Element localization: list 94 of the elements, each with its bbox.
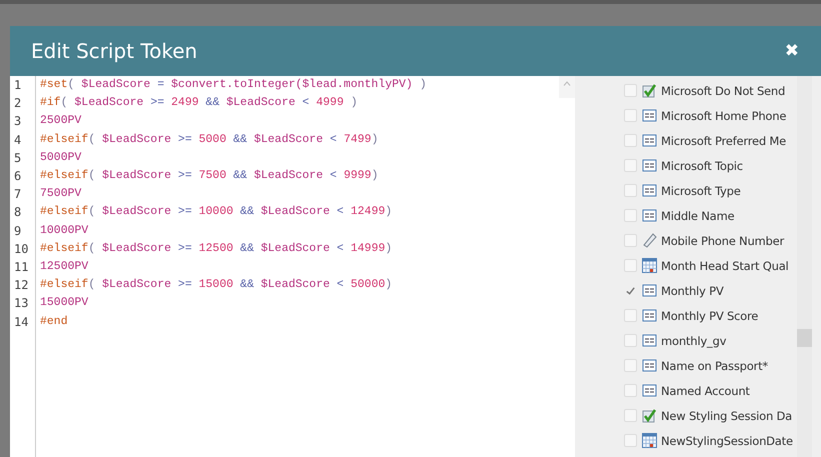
field-label: Monthly PV	[661, 284, 724, 298]
checkbox[interactable]	[624, 409, 637, 422]
line-number: 2	[13, 95, 22, 112]
code-line: #elseif( $LeadScore >= 5000 && $LeadScore < 7499)	[40, 132, 380, 148]
text-field-icon	[642, 358, 657, 373]
field-label: monthly_gv	[661, 334, 726, 348]
code-line: #elseif( $LeadScore >= 10000 && $LeadScore < 12499)	[40, 204, 394, 220]
field-label: Named Account	[661, 384, 750, 398]
code-line: #elseif( $LeadScore >= 12500 && $LeadScore < 14999)	[40, 240, 394, 257]
checkbox[interactable]	[624, 259, 637, 272]
field-label: Month Head Start Qual	[661, 258, 789, 272]
checkbox[interactable]	[624, 134, 637, 147]
field-label: NewStylingSessionDate	[661, 434, 793, 448]
code-line: #elseif( $LeadScore >= 7500 && $LeadScore < 9999)	[40, 168, 380, 184]
field-item[interactable]: Named Account	[624, 378, 797, 403]
field-item[interactable]: Microsoft Type	[624, 178, 797, 203]
phone-icon	[642, 233, 657, 248]
line-number: 8	[13, 204, 22, 222]
text-field-icon	[642, 108, 657, 123]
field-label: Name on Passport*	[661, 358, 768, 372]
field-item[interactable]: Mobile Phone Number	[624, 228, 797, 253]
scroll-up-button[interactable]	[559, 76, 575, 98]
checkbox[interactable]	[624, 184, 637, 197]
code-line: #elseif( $LeadScore >= 15000 && $LeadScore < 50000)	[40, 277, 394, 294]
code-line: 12500PV	[40, 259, 90, 276]
field-item[interactable]: Microsoft Do Not Send	[624, 78, 797, 103]
code-line: #if( $LeadScore >= 2499 && $LeadScore < 4999 )	[40, 95, 359, 112]
checkbox[interactable]	[624, 234, 637, 247]
line-number: 4	[13, 132, 22, 149]
field-label: Microsoft Preferred Me	[661, 134, 786, 148]
checkbox[interactable]	[624, 334, 637, 347]
field-item[interactable]: Monthly PV	[624, 278, 797, 303]
field-item[interactable]: NewStylingSessionDate	[624, 428, 797, 453]
line-number: 7	[13, 186, 22, 204]
line-number: 6	[13, 168, 22, 186]
text-field-icon	[642, 208, 657, 223]
field-label: New Styling Session Da	[661, 408, 792, 422]
checkbox[interactable]	[624, 309, 637, 322]
field-item[interactable]: Month Head Start Qual	[624, 253, 797, 278]
text-field-icon	[642, 133, 657, 148]
checkbox[interactable]	[624, 84, 637, 97]
checkmark-icon	[642, 83, 657, 98]
field-item[interactable]: Middle Name	[624, 203, 797, 228]
line-number: 12	[13, 277, 30, 294]
field-item[interactable]: New Styling Session Da	[624, 403, 797, 428]
line-number: 10	[13, 240, 30, 258]
text-field-icon	[642, 158, 657, 173]
checkbox[interactable]	[624, 159, 637, 172]
text-field-icon	[642, 383, 657, 398]
checkbox[interactable]	[624, 434, 637, 447]
field-item[interactable]: Microsoft Preferred Me	[624, 128, 797, 153]
checkbox[interactable]	[624, 109, 637, 122]
text-field-icon	[642, 333, 657, 348]
scrollbar[interactable]	[797, 76, 812, 457]
field-item[interactable]: Monthly PV Score	[624, 303, 797, 328]
calendar-icon	[642, 433, 657, 448]
scrollbar-thumb[interactable]	[797, 329, 812, 347]
text-field-icon	[642, 183, 657, 198]
field-label: Microsoft Topic	[661, 158, 743, 172]
field-label: Microsoft Type	[661, 184, 741, 198]
line-number: 13	[13, 295, 30, 312]
code-line: 15000PV	[40, 295, 90, 312]
field-item[interactable]: monthly_gv	[624, 328, 797, 353]
code-line: 2500PV	[40, 113, 82, 130]
field-label: Mobile Phone Number	[661, 234, 784, 248]
field-item[interactable]: Name on Passport*	[624, 353, 797, 378]
line-number: 14	[13, 314, 30, 331]
line-number: 1	[13, 77, 22, 94]
checkmark-icon	[642, 408, 657, 423]
checkbox[interactable]	[624, 359, 637, 372]
text-field-icon	[642, 308, 657, 323]
line-number: 5	[13, 150, 22, 167]
code-editor[interactable]	[10, 76, 575, 457]
chevron-up-icon	[563, 81, 571, 86]
code-line: 5000PV	[40, 150, 82, 166]
field-item[interactable]: Microsoft Topic	[624, 153, 797, 178]
line-number: 9	[13, 222, 22, 240]
checkbox[interactable]	[624, 209, 637, 222]
field-label: Microsoft Do Not Send	[661, 84, 786, 98]
line-number: 3	[13, 113, 22, 130]
checkbox[interactable]	[624, 384, 637, 397]
dialog-title: Edit Script Token	[31, 39, 198, 63]
field-label: Monthly PV Score	[661, 308, 758, 322]
field-label: Microsoft Home Phone	[661, 108, 786, 122]
close-button[interactable]: ✖	[784, 41, 799, 61]
calendar-icon	[642, 258, 657, 273]
field-item[interactable]: Microsoft Home Phone	[624, 103, 797, 128]
code-line: 7500PV	[40, 186, 82, 202]
code-line: #end	[40, 314, 69, 330]
code-line: 10000PV	[40, 222, 90, 239]
field-label: Middle Name	[661, 208, 734, 222]
code-line: #set( $LeadScore = $convert.toInteger($lead.monthlyPV) )	[40, 77, 427, 93]
line-number: 11	[13, 259, 30, 276]
text-field-icon	[642, 283, 657, 298]
